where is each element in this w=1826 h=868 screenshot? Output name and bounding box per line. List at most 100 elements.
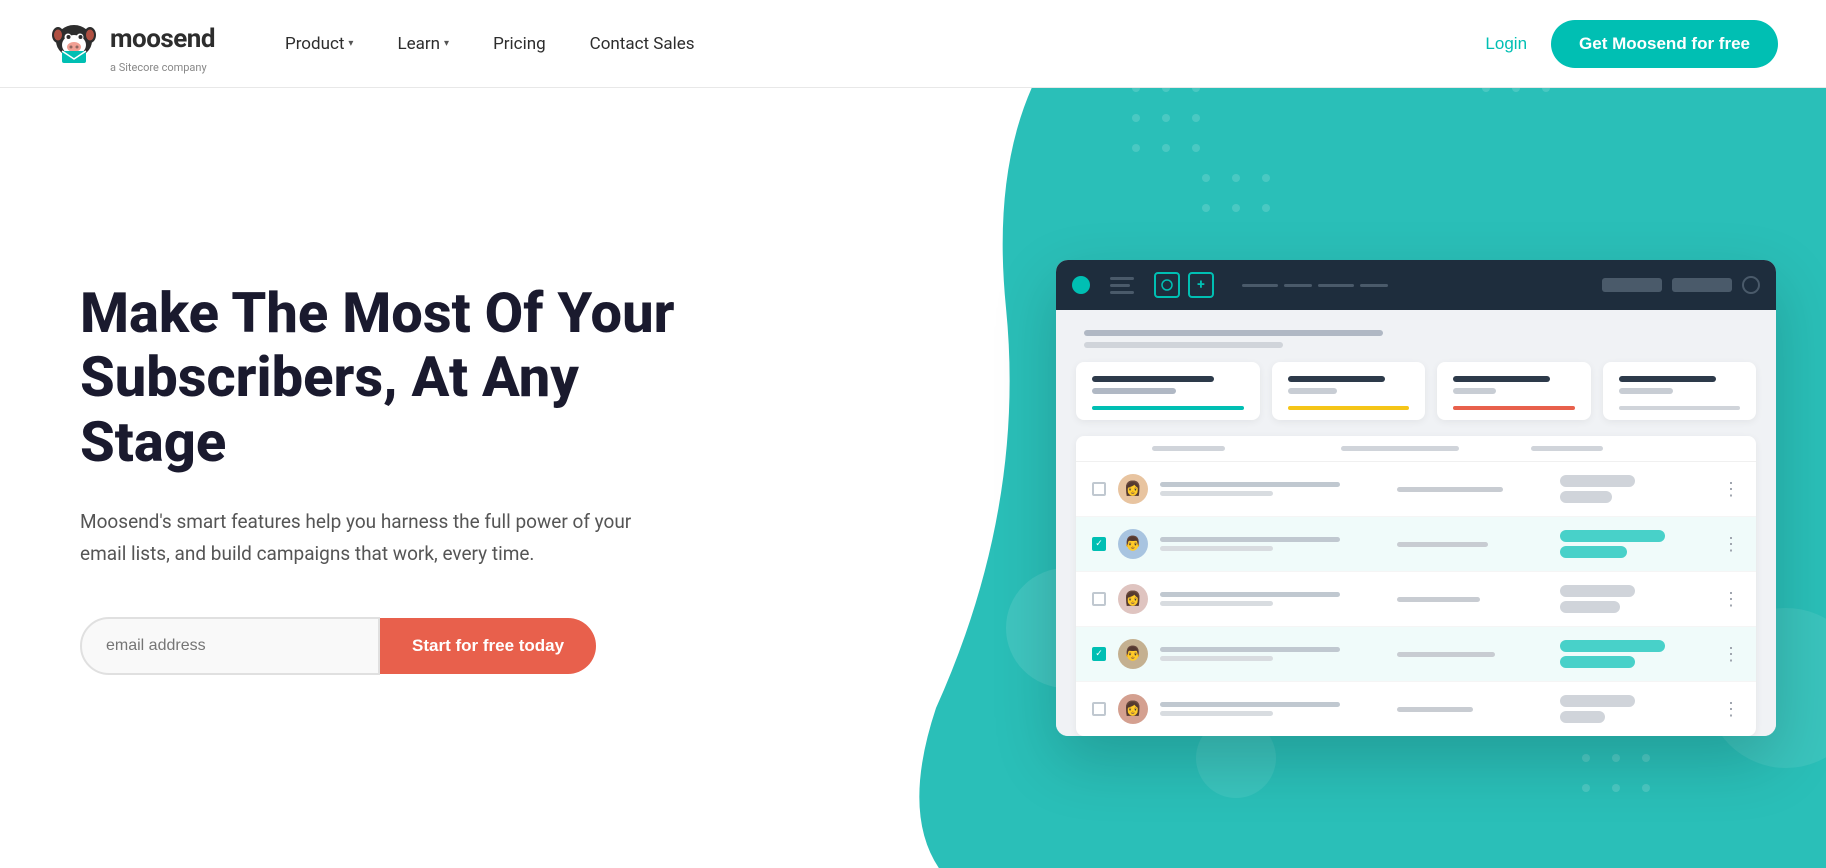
row-3-checkbox[interactable] [1092, 592, 1106, 606]
nav-item-contact[interactable]: Contact Sales [568, 0, 717, 88]
row-1-menu[interactable]: ⋮ [1722, 479, 1740, 500]
header-line-1 [1084, 330, 1383, 336]
row-2-menu[interactable]: ⋮ [1722, 534, 1740, 555]
nav-item-product[interactable]: Product ▾ [263, 0, 375, 88]
th-line-3 [1531, 446, 1604, 451]
row-4-tags [1560, 640, 1710, 668]
rn-line-6 [1160, 601, 1273, 606]
menu-line-3 [1110, 291, 1134, 294]
email-input[interactable] [80, 617, 380, 675]
app-window: + [1056, 260, 1776, 736]
row-4-avatar-face: 👨 [1118, 639, 1148, 669]
row-4-name [1160, 647, 1385, 661]
dash-2 [1284, 284, 1312, 287]
table-row-1: 👩 ⋮ [1076, 462, 1756, 517]
titlebar-right-area [1602, 276, 1760, 294]
rn-line-4 [1160, 546, 1273, 551]
row-1-tags [1560, 475, 1710, 503]
sc-line-med-4 [1619, 388, 1674, 394]
row-4-mid [1397, 652, 1547, 657]
circle-icon [1161, 279, 1173, 291]
nav-item-pricing[interactable]: Pricing [471, 0, 568, 88]
titlebar-menu-lines [1110, 277, 1134, 294]
stat-card-1-lines [1092, 376, 1244, 394]
row-4-mid-line [1397, 652, 1495, 657]
logo-text: moosend [110, 24, 215, 54]
login-button[interactable]: Login [1485, 34, 1527, 54]
logo-sub: a Sitecore company [110, 61, 207, 74]
logo-row: moosend [48, 13, 215, 65]
stat-card-2-lines [1288, 376, 1409, 394]
row-5-menu[interactable]: ⋮ [1722, 699, 1740, 720]
dash-4 [1360, 284, 1388, 287]
stat-underline-orange [1453, 406, 1574, 410]
table-row-3: 👩 ⋮ [1076, 572, 1756, 627]
table-row-2: ✓ 👨 [1076, 517, 1756, 572]
get-moosend-button[interactable]: Get Moosend for free [1551, 20, 1778, 68]
row-5-tags [1560, 695, 1710, 723]
row-5-tag-2 [1560, 711, 1605, 723]
hero-section: Make The Most Of Your Subscribers, At An… [0, 88, 1826, 868]
navbar: moosend a Sitecore company Product ▾ Lea… [0, 0, 1826, 88]
row-1-tag-2 [1560, 491, 1613, 503]
stat-card-3 [1437, 362, 1590, 420]
row-3-menu[interactable]: ⋮ [1722, 589, 1740, 610]
titlebar-circle-outline [1742, 276, 1760, 294]
hero-right: + [926, 88, 1826, 868]
app-table: 👩 ⋮ [1076, 436, 1756, 736]
rn-line-5 [1160, 592, 1340, 597]
nav-links: Product ▾ Learn ▾ Pricing Contact Sales [263, 0, 1485, 88]
titlebar-dashes [1242, 284, 1388, 287]
hero-title: Make The Most Of Your Subscribers, At An… [80, 281, 700, 474]
nav-item-learn[interactable]: Learn ▾ [375, 0, 471, 88]
dash-1 [1242, 284, 1278, 287]
rn-line-10 [1160, 711, 1273, 716]
dash-3 [1318, 284, 1354, 287]
row-3-name [1160, 592, 1385, 606]
row-4-checkbox[interactable]: ✓ [1092, 647, 1106, 661]
menu-line-1 [1110, 277, 1134, 280]
row-5-checkbox[interactable] [1092, 702, 1106, 716]
row-5-avatar-face: 👩 [1118, 694, 1148, 724]
stat-cards [1076, 362, 1756, 420]
titlebar-rect-2 [1672, 278, 1732, 292]
th-col-1 [1152, 446, 1333, 451]
row-3-tags [1560, 585, 1710, 613]
row-2-avatar: 👨 [1118, 529, 1148, 559]
stat-card-1 [1076, 362, 1260, 420]
titlebar-rect-1 [1602, 278, 1662, 292]
row-4-menu[interactable]: ⋮ [1722, 644, 1740, 665]
logo-area: moosend a Sitecore company [48, 13, 215, 74]
stat-card-4-lines [1619, 376, 1740, 394]
nav-contact-label: Contact Sales [590, 34, 695, 54]
nav-right: Login Get Moosend for free [1485, 20, 1778, 68]
sc-line-dark-2 [1288, 376, 1385, 382]
rn-line-9 [1160, 702, 1340, 707]
th-col-2 [1341, 446, 1522, 451]
row-2-mid-line [1397, 542, 1487, 547]
row-1-mid-line [1397, 487, 1502, 492]
rn-line-3 [1160, 537, 1340, 542]
table-row-4: ✓ 👨 [1076, 627, 1756, 682]
row-1-checkbox[interactable] [1092, 482, 1106, 496]
titlebar-dot [1072, 276, 1090, 294]
stat-underline-yellow [1288, 406, 1409, 410]
start-free-button[interactable]: Start for free today [380, 618, 596, 674]
hero-form: Start for free today [80, 617, 700, 675]
row-3-avatar-face: 👩 [1118, 584, 1148, 614]
stat-card-2 [1272, 362, 1425, 420]
row-3-mid-line [1397, 597, 1480, 602]
rn-line-2 [1160, 491, 1273, 496]
th-line-1 [1152, 446, 1225, 451]
row-5-name [1160, 702, 1385, 716]
row-2-checkbox[interactable]: ✓ [1092, 537, 1106, 551]
hero-left: Make The Most Of Your Subscribers, At An… [0, 221, 760, 735]
row-2-tags [1560, 530, 1710, 558]
app-header-lines [1076, 330, 1756, 348]
table-row-5: 👩 ⋮ [1076, 682, 1756, 736]
th-col-3 [1531, 446, 1712, 451]
sc-line-dark-4 [1619, 376, 1716, 382]
row-3-tag-1 [1560, 585, 1635, 597]
sc-line-dark-1 [1092, 376, 1214, 382]
sc-line-med-1 [1092, 388, 1176, 394]
